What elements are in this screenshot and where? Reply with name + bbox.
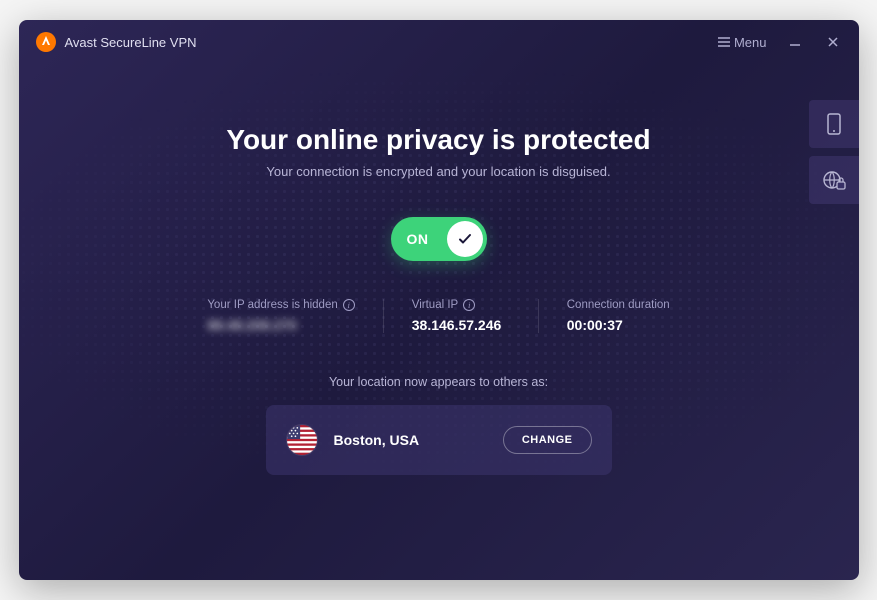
- stat-virtual-ip-value: 38.146.57.246: [412, 317, 510, 333]
- location-name: Boston, USA: [334, 432, 420, 448]
- right-sidebar: [809, 100, 859, 204]
- change-location-button[interactable]: CHANGE: [503, 426, 592, 454]
- connection-stats: Your IP address is hidden i 88.48.208.27…: [19, 299, 859, 333]
- avast-logo-icon: [35, 31, 57, 53]
- info-icon[interactable]: i: [463, 299, 475, 311]
- menu-button[interactable]: Menu: [718, 35, 767, 50]
- titlebar: Avast SecureLine VPN Menu: [19, 20, 859, 64]
- check-icon: [457, 231, 473, 247]
- stat-duration-label: Connection duration: [567, 299, 670, 311]
- stat-ip-hidden-value: 88.48.208.270: [207, 317, 354, 333]
- titlebar-controls: Menu: [718, 32, 843, 52]
- minimize-button[interactable]: [785, 32, 805, 52]
- stat-ip-hidden: Your IP address is hidden i 88.48.208.27…: [179, 299, 382, 333]
- minimize-icon: [789, 36, 801, 48]
- app-title: Avast SecureLine VPN: [65, 35, 197, 50]
- location-card: Boston, USA CHANGE: [266, 405, 612, 475]
- app-window: Avast SecureLine VPN Menu: [19, 20, 859, 580]
- info-icon[interactable]: i: [343, 299, 355, 311]
- globe-lock-icon: [822, 168, 846, 192]
- sidebar-item-globe-lock[interactable]: [809, 156, 859, 204]
- close-button[interactable]: [823, 32, 843, 52]
- stat-duration: Connection duration 00:00:37: [538, 299, 698, 333]
- stat-label: Connection duration: [567, 299, 670, 311]
- menu-label: Menu: [734, 35, 767, 50]
- page-subtext: Your connection is encrypted and your lo…: [19, 164, 859, 179]
- stat-virtual-ip-label: Virtual IP: [412, 299, 458, 311]
- page-headline: Your online privacy is protected: [19, 124, 859, 156]
- connection-toggle[interactable]: ON: [391, 217, 487, 261]
- logo-group: Avast SecureLine VPN: [35, 31, 197, 53]
- sidebar-item-mobile[interactable]: [809, 100, 859, 148]
- stat-ip-hidden-label: Your IP address is hidden: [207, 299, 337, 311]
- close-icon: [827, 36, 839, 48]
- stat-virtual-ip: Virtual IP i 38.146.57.246: [383, 299, 538, 333]
- main-content: Your online privacy is protected Your co…: [19, 64, 859, 475]
- stat-duration-value: 00:00:37: [567, 317, 670, 333]
- stat-label: Virtual IP i: [412, 299, 510, 311]
- hamburger-icon: [718, 35, 730, 50]
- stat-label: Your IP address is hidden i: [207, 299, 354, 311]
- toggle-knob: [447, 221, 483, 257]
- location-caption: Your location now appears to others as:: [19, 375, 859, 389]
- toggle-label: ON: [407, 231, 429, 247]
- mobile-icon: [825, 113, 843, 135]
- flag-usa-icon: [286, 424, 318, 456]
